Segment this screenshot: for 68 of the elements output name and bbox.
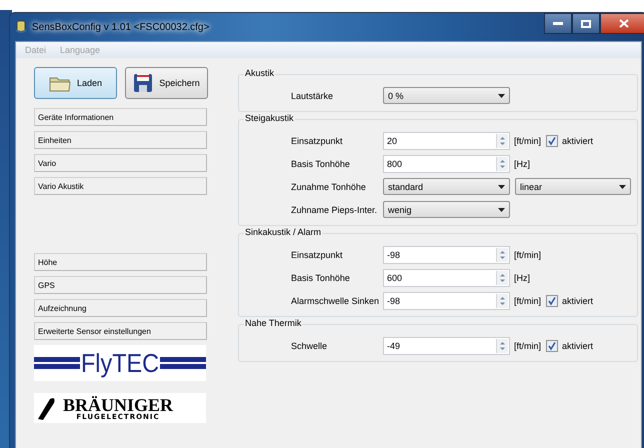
checkbox-label: aktiviert	[562, 136, 594, 146]
app-icon	[15, 20, 27, 34]
toolbar-button[interactable]: Speichern	[125, 67, 208, 99]
caret-icon	[498, 208, 505, 212]
save-icon	[133, 73, 154, 93]
group-title: Nahe Thermik	[244, 318, 302, 328]
nav-button[interactable]: Vario Akustik	[34, 177, 207, 195]
checkbox-label: aktiviert	[562, 296, 594, 306]
nav-button[interactable]: GPS	[34, 276, 207, 294]
spin-field[interactable]: -98	[383, 292, 510, 310]
spin-field[interactable]: -98	[383, 246, 510, 264]
group-title: Akustik	[244, 68, 276, 78]
unit-label: [ft/min]	[514, 250, 542, 260]
field-label: Basis Tonhöhe	[291, 272, 351, 282]
nav-button[interactable]: Einheiten	[34, 131, 207, 149]
nav-button[interactable]: Vario	[34, 154, 207, 172]
spin-arrows-icon	[496, 134, 508, 148]
caret-icon	[498, 94, 505, 98]
field-label: Einsatzpunkt	[291, 250, 344, 260]
unit-label: [ft/min]	[514, 340, 542, 350]
field-label: Alarmschwelle Sinken	[291, 296, 380, 306]
spin-field[interactable]: 600	[383, 268, 510, 286]
spin-arrows-icon	[496, 248, 508, 262]
toolbar-button[interactable]: Laden	[34, 67, 117, 99]
spin-arrows-icon	[496, 156, 508, 170]
maximize-icon	[581, 20, 591, 28]
minimize-button[interactable]	[544, 13, 572, 34]
spin-field[interactable]: 20	[383, 132, 510, 150]
field-label: Lautstärke	[291, 90, 334, 100]
spin-arrows-icon	[496, 338, 508, 352]
spin-field[interactable]: -49	[383, 336, 510, 354]
field-label: Zunahme Tonhöhe	[291, 182, 367, 192]
field-label: Basis Tonhöhe	[291, 158, 351, 168]
nav-button[interactable]: Geräte Informationen	[34, 108, 207, 126]
caret-icon	[498, 184, 505, 188]
checkbox-label: aktiviert	[562, 340, 594, 350]
field-label: Einsatzpunkt	[291, 136, 344, 146]
unit-label: [ft/min]	[514, 296, 542, 306]
dropdown[interactable]: wenig	[383, 201, 510, 218]
checkbox[interactable]	[546, 294, 558, 306]
group-title: Steigakustik	[244, 113, 295, 123]
dropdown[interactable]: linear	[515, 178, 631, 195]
group-title: Sinkakustik / Alarm	[244, 227, 322, 237]
nav-button[interactable]: Höhe	[34, 253, 207, 271]
dropdown[interactable]: standard	[383, 178, 510, 195]
spin-field[interactable]: 800	[383, 154, 510, 172]
dropdown[interactable]: 0 %	[383, 87, 510, 104]
unit-label: [Hz]	[514, 158, 530, 168]
folder-icon	[48, 74, 71, 92]
unit-label: [Hz]	[514, 272, 530, 282]
logo-text: BRÄUNIGER	[63, 396, 174, 414]
field-label: Zuhname Pieps-Inter.	[291, 204, 378, 214]
caret-icon	[619, 184, 626, 188]
unit-label: [ft/min]	[514, 136, 542, 146]
checkbox[interactable]	[546, 134, 558, 146]
spin-arrows-icon	[496, 294, 508, 308]
close-button[interactable]	[600, 13, 644, 34]
feather-icon	[37, 396, 57, 420]
field-label: Schwelle	[291, 340, 328, 350]
maximize-button[interactable]	[572, 13, 600, 34]
close-icon	[619, 19, 629, 28]
checkbox[interactable]	[546, 340, 558, 352]
logo: FlyTEC	[34, 345, 206, 381]
window-title: SensBoxConfig v 1.01 <FSC00032.cfg>	[32, 22, 210, 32]
nav-button[interactable]: Aufzeichnung	[34, 299, 207, 317]
spin-arrows-icon	[496, 270, 508, 284]
nav-button[interactable]: Erweiterte Sensor einstellungen	[34, 322, 207, 340]
minimize-icon	[553, 22, 563, 26]
